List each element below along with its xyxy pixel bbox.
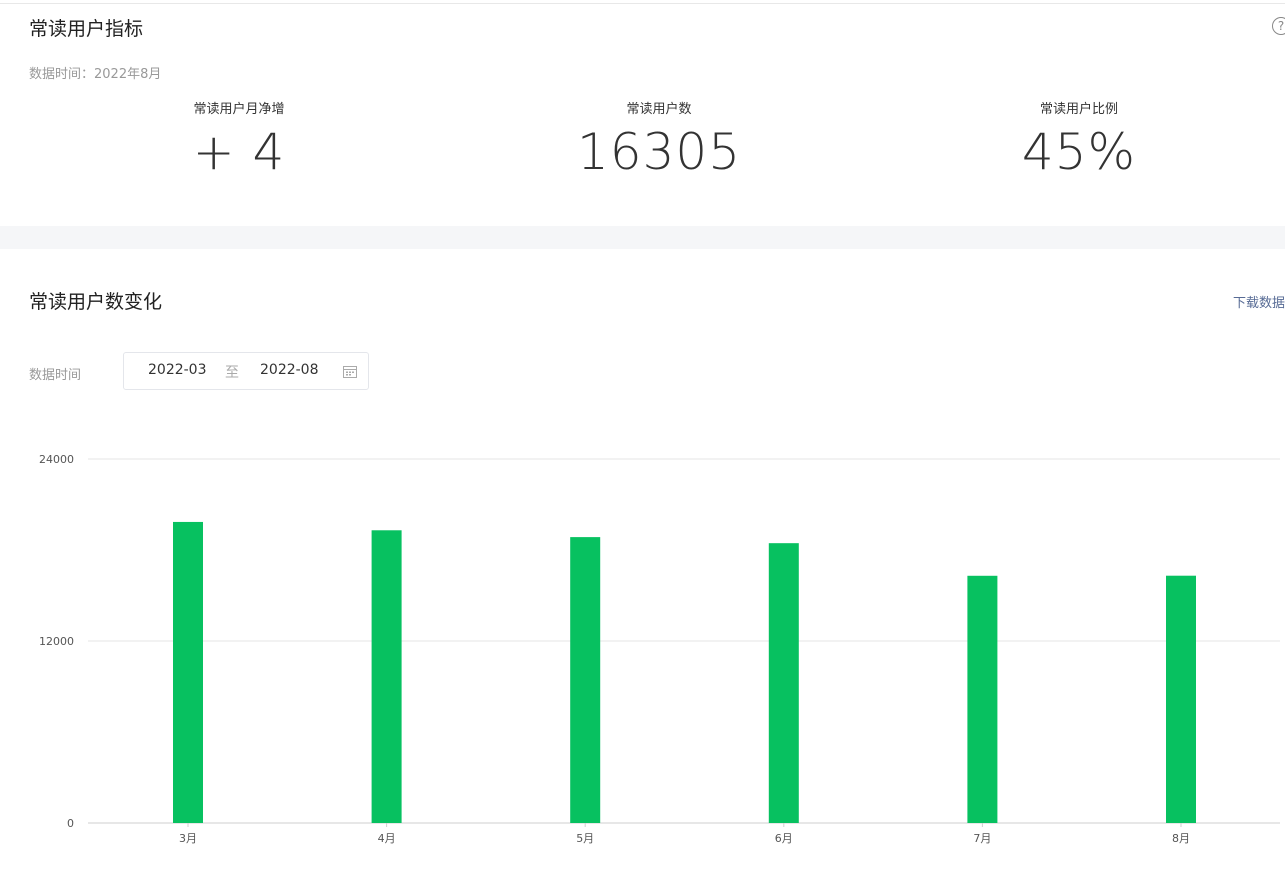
range-separator: 至 [225,365,239,381]
data-time-label: 数据时间： [29,67,95,82]
user-count-bar-chart: 0 12000 24000 3月 4月 5月 6月 7月 8月 [39,453,1280,845]
metric-value: 45% [1021,123,1137,181]
metric-net-growth: 常读用户月净增 + 4 [89,100,389,182]
x-tick-label: 7月 [973,832,991,845]
y-tick-label: 0 [67,817,74,830]
date-range-picker[interactable]: 2022-03 至 2022-08 [123,352,369,390]
help-icon[interactable]: ? [1272,17,1285,35]
metrics-title: 常读用户指标 [29,18,144,40]
x-tick-label: 8月 [1172,832,1190,845]
bar-3[interactable] [570,537,601,823]
y-tick-label: 12000 [39,635,74,648]
metric-label: 常读用户比例 [1039,102,1118,117]
bar-4[interactable] [768,543,799,823]
metric-label: 常读用户数 [626,102,692,117]
metric-user-ratio: 常读用户比例 45% [929,100,1229,182]
range-end-input[interactable]: 2022-08 [260,362,319,378]
bar-6[interactable] [1166,575,1196,823]
calendar-icon[interactable] [343,365,357,378]
x-tick-label: 6月 [775,832,793,845]
chart-title: 常读用户数变化 [29,291,163,313]
metric-user-count: 常读用户数 16305 [509,100,809,182]
bar-5[interactable] [967,575,998,823]
y-tick-label: 24000 [39,453,74,466]
x-tick-label: 4月 [378,832,396,845]
download-data-link[interactable]: 下载数据 [1233,292,1285,311]
metric-value: + 4 [192,123,286,181]
bar-1[interactable] [173,521,203,823]
metrics-data-time: 数据时间：2022年8月 [29,63,161,82]
range-label: 数据时间 [29,368,82,383]
metric-label: 常读用户月净增 [193,102,285,117]
top-divider [0,3,1285,4]
x-tick-label: 5月 [576,832,594,845]
metric-value: 16305 [576,123,742,181]
bar-2[interactable] [371,530,402,823]
x-tick-label: 3月 [179,832,197,845]
data-time-value: 2022年8月 [94,67,162,82]
section-divider [0,226,1285,249]
range-start-input[interactable]: 2022-03 [148,362,207,378]
